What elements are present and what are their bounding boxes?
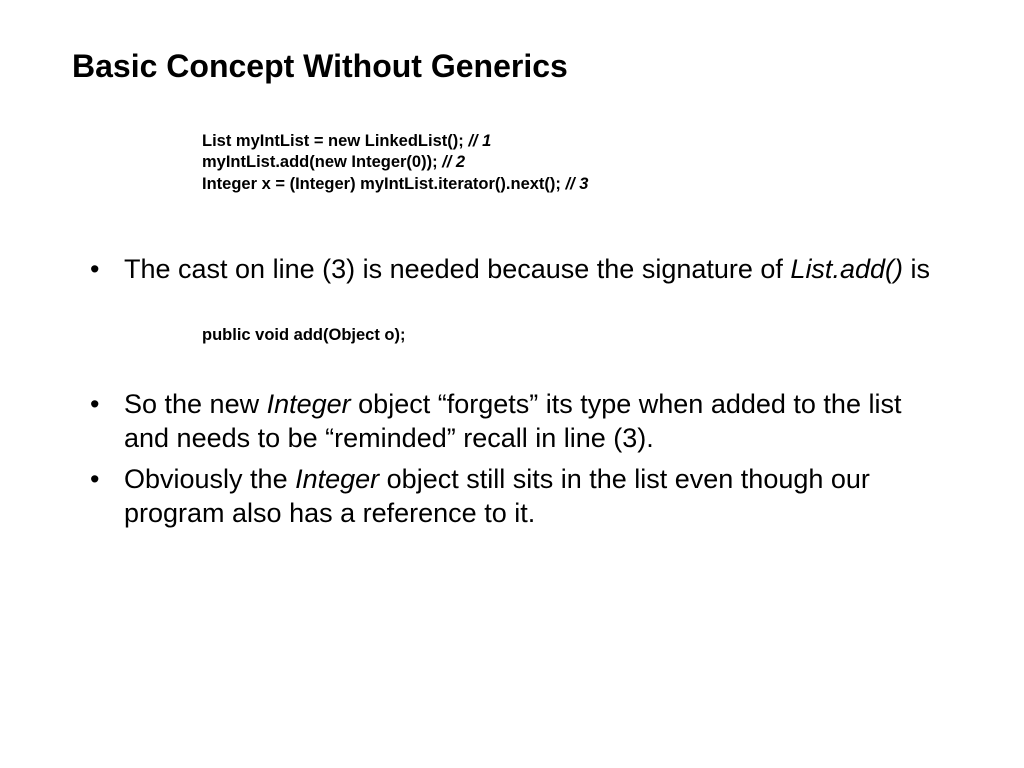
code-comment: // 1 [464,132,492,150]
text: So the new [124,389,267,419]
slide: Basic Concept Without Generics List myIn… [0,0,1024,768]
method-signature: public void add(Object o); [202,325,952,346]
italic-text: Integer [267,389,351,419]
text: is [903,254,930,284]
bullet-item-2: So the new Integer object “forgets” its … [90,388,952,455]
code-text: List myIntList = new LinkedList(); [202,132,464,150]
code-text: Integer x = (Integer) myIntList.iterator… [202,175,561,193]
text: Obviously the [124,464,295,494]
code-line-2: myIntList.add(new Integer(0)); // 2 [202,152,952,173]
italic-text: List.add() [790,254,903,284]
italic-text: Integer [295,464,379,494]
code-comment: // 3 [561,175,589,193]
code-line-1: List myIntList = new LinkedList(); // 1 [202,131,952,152]
code-comment: // 2 [438,153,466,171]
code-line-3: Integer x = (Integer) myIntList.iterator… [202,174,952,195]
bullet-item-1: The cast on line (3) is needed because t… [90,253,952,286]
code-example: List myIntList = new LinkedList(); // 1 … [202,131,952,195]
bullet-list-2: So the new Integer object “forgets” its … [90,388,952,530]
slide-title: Basic Concept Without Generics [72,48,952,85]
code-text: myIntList.add(new Integer(0)); [202,153,438,171]
text: The cast on line (3) is needed because t… [124,254,790,284]
bullet-list: The cast on line (3) is needed because t… [90,253,952,286]
bullet-item-3: Obviously the Integer object still sits … [90,463,952,530]
